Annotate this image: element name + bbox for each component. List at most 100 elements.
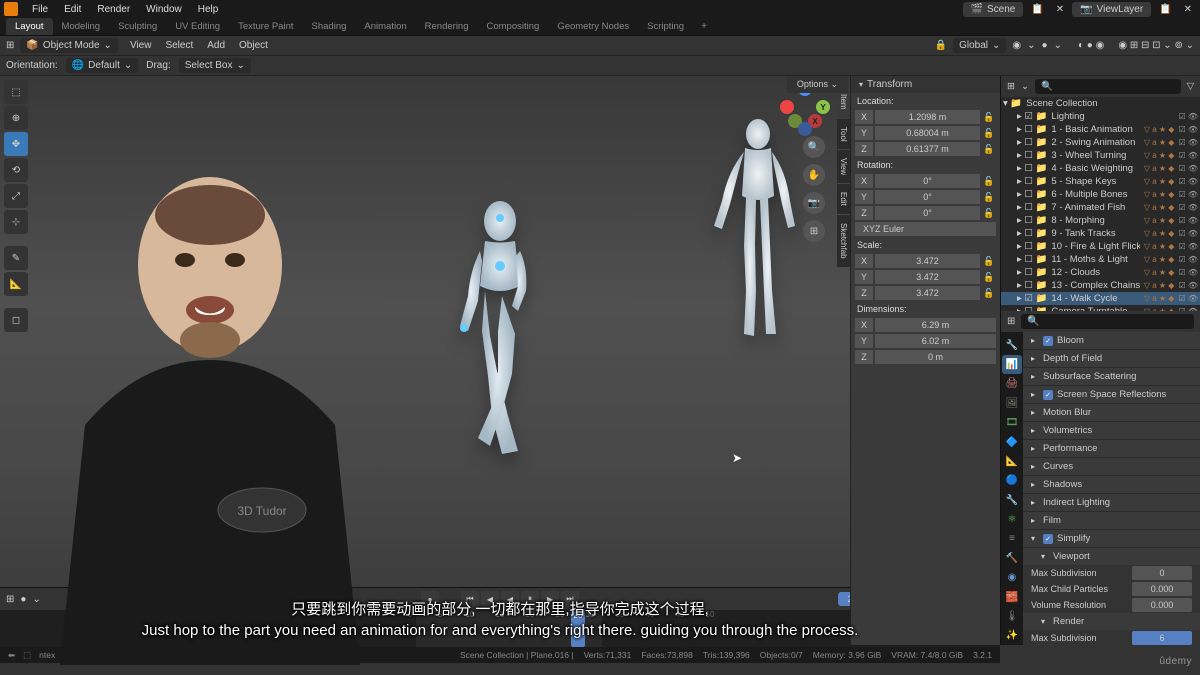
- proportional-icon[interactable]: ●: [1042, 40, 1048, 51]
- lock-icon[interactable]: 🔓: [982, 254, 996, 268]
- property-tab-2[interactable]: 🖨: [1002, 375, 1022, 393]
- workspace-tab-scripting[interactable]: Scripting: [638, 18, 693, 35]
- workspace-tab-compositing[interactable]: Compositing: [478, 18, 549, 35]
- menu-help[interactable]: Help: [190, 2, 227, 17]
- rotation-x-field[interactable]: 0°: [875, 174, 980, 188]
- move-tool-icon[interactable]: ✥: [4, 132, 28, 156]
- n-tab-edit[interactable]: Edit: [837, 184, 850, 214]
- property-tab-7[interactable]: 🔵: [1002, 472, 1022, 490]
- options-dropdown[interactable]: Options ⌄: [787, 76, 848, 93]
- viewport-child-particles-field[interactable]: 0.000: [1132, 582, 1192, 596]
- outliner-lighting[interactable]: ▸ ☑ 📁Lighting ☑ 👁: [1001, 110, 1200, 123]
- zoom-icon[interactable]: 🔍: [803, 136, 825, 158]
- filter-icon[interactable]: ▽: [1187, 81, 1194, 92]
- workspace-tab-modeling[interactable]: Modeling: [53, 18, 110, 35]
- section-motion-blur[interactable]: Motion Blur: [1023, 404, 1200, 421]
- scale-z-field[interactable]: 3.472: [875, 286, 980, 300]
- scale-x-field[interactable]: 3.472: [875, 254, 980, 268]
- property-tab-10[interactable]: ≡: [1002, 530, 1022, 548]
- simplify-render-header[interactable]: Render: [1023, 613, 1200, 630]
- viewport-vol-res-field[interactable]: 0.000: [1132, 598, 1192, 612]
- location-y-field[interactable]: 0.68004 m: [875, 126, 980, 140]
- outliner-item[interactable]: ▸ ☐ 📁3 - Wheel Turning▽ a ★ ◆☑ 👁: [1001, 149, 1200, 162]
- header-menu-add[interactable]: Add: [201, 38, 231, 53]
- new-scene-icon[interactable]: 📋: [1027, 4, 1047, 15]
- editor-type-icon[interactable]: ⊞: [6, 40, 14, 51]
- scale-y-field[interactable]: 3.472: [875, 270, 980, 284]
- workspace-tab-geometry-nodes[interactable]: Geometry Nodes: [548, 18, 638, 35]
- property-tab-0[interactable]: 🔧: [1002, 336, 1022, 354]
- viewport-max-subdiv-field[interactable]: 0: [1132, 566, 1192, 580]
- orientation-dropdown[interactable]: Global ⌄: [953, 38, 1006, 53]
- rotation-mode-dropdown[interactable]: XYZ Euler: [855, 222, 996, 236]
- property-tab-12[interactable]: ◉: [1002, 569, 1022, 587]
- prop-editor-icon[interactable]: ⊞: [1007, 316, 1015, 327]
- lock-icon[interactable]: 🔓: [982, 190, 996, 204]
- select-box-dropdown[interactable]: Select Box ⌄: [179, 58, 251, 73]
- menu-file[interactable]: File: [24, 2, 56, 17]
- outliner-search-input[interactable]: 🔍: [1035, 79, 1181, 94]
- outliner-item[interactable]: ▸ ☐ 📁8 - Morphing▽ a ★ ◆☑ 👁: [1001, 214, 1200, 227]
- property-tab-14[interactable]: 🌡: [1002, 607, 1022, 625]
- lock-icon[interactable]: 🔓: [982, 110, 996, 124]
- property-tab-6[interactable]: 📐: [1002, 452, 1022, 470]
- header-menu-select[interactable]: Select: [159, 38, 199, 53]
- section-performance[interactable]: Performance: [1023, 440, 1200, 457]
- workspace-tab-sculpting[interactable]: Sculpting: [109, 18, 166, 35]
- simplify-viewport-header[interactable]: Viewport: [1023, 548, 1200, 565]
- section-volumetrics[interactable]: Volumetrics: [1023, 422, 1200, 439]
- workspace-tab-texture-paint[interactable]: Texture Paint: [229, 18, 302, 35]
- lock-icon[interactable]: 🔓: [982, 174, 996, 188]
- outliner-item[interactable]: ▸ ☐ 📁7 - Animated Fish▽ a ★ ◆☑ 👁: [1001, 201, 1200, 214]
- property-tab-13[interactable]: 🧱: [1002, 588, 1022, 606]
- header-menu-object[interactable]: Object: [233, 38, 274, 53]
- outliner-item[interactable]: ▸ ☐ 📁5 - Shape Keys▽ a ★ ◆☑ 👁: [1001, 175, 1200, 188]
- menu-render[interactable]: Render: [89, 2, 138, 17]
- workspace-tab-rendering[interactable]: Rendering: [416, 18, 478, 35]
- workspace-tab-animation[interactable]: Animation: [355, 18, 415, 35]
- section-film[interactable]: Film: [1023, 512, 1200, 529]
- orientation-select[interactable]: 🌐 Default ⌄: [66, 58, 139, 73]
- lock-icon[interactable]: 🔓: [982, 206, 996, 220]
- lock-icon[interactable]: 🔓: [982, 142, 996, 156]
- close-icon[interactable]: ✕: [1180, 4, 1196, 15]
- property-tab-4[interactable]: 🎞: [1002, 414, 1022, 432]
- section-screen-space-reflections[interactable]: ✓ Screen Space Reflections: [1023, 386, 1200, 403]
- gizmo-y-axis[interactable]: Y: [816, 100, 830, 114]
- filter-icon[interactable]: 📋: [1155, 4, 1175, 15]
- workspace-tab-shading[interactable]: Shading: [303, 18, 356, 35]
- property-tab-3[interactable]: 🖼: [1002, 394, 1022, 412]
- workspace-tab-uv-editing[interactable]: UV Editing: [166, 18, 229, 35]
- perspective-icon[interactable]: ⊞: [803, 220, 825, 242]
- property-tab-8[interactable]: 🔧: [1002, 491, 1022, 509]
- property-tab-5[interactable]: 🔷: [1002, 433, 1022, 451]
- header-menu-view[interactable]: View: [124, 38, 158, 53]
- lock-icon[interactable]: 🔓: [982, 286, 996, 300]
- add-workspace-icon[interactable]: +: [693, 21, 715, 32]
- lock-icon[interactable]: 🔓: [982, 270, 996, 284]
- mode-dropdown[interactable]: 📦 Object Mode ⌄: [20, 38, 118, 53]
- snap-icon[interactable]: ◉: [1012, 40, 1021, 51]
- property-tab-1[interactable]: 📊: [1002, 355, 1022, 373]
- render-max-subdiv-field[interactable]: 6: [1132, 631, 1192, 645]
- outliner-item[interactable]: ▸ ☐ 📁1 - Basic Animation▽ a ★ ◆☑ 👁: [1001, 123, 1200, 136]
- gizmo-x-neg-axis[interactable]: [780, 100, 794, 114]
- section-curves[interactable]: Curves: [1023, 458, 1200, 475]
- section-bloom[interactable]: ✓ Bloom: [1023, 332, 1200, 349]
- outliner-item[interactable]: ▸ ☐ 📁12 - Clouds▽ a ★ ◆☑ 👁: [1001, 266, 1200, 279]
- n-tab-sketchfab[interactable]: Sketchfab: [837, 215, 850, 267]
- location-z-field[interactable]: 0.61377 m: [875, 142, 980, 156]
- section-subsurface-scattering[interactable]: Subsurface Scattering: [1023, 368, 1200, 385]
- pan-icon[interactable]: ✋: [803, 164, 825, 186]
- n-tab-view[interactable]: View: [837, 150, 850, 183]
- outliner[interactable]: ⊞⌄ 🔍 ▽ ▾ 📁Scene Collection ▸ ☑ 📁Lighting…: [1001, 76, 1200, 311]
- outliner-item[interactable]: ▸ ☐ 📁4 - Basic Weighting▽ a ★ ◆☑ 👁: [1001, 162, 1200, 175]
- outliner-type-icon[interactable]: ⊞: [1007, 81, 1015, 92]
- transform-panel-header[interactable]: Transform: [851, 76, 1000, 93]
- cursor-tool-icon[interactable]: ⊕: [4, 106, 28, 130]
- n-tab-tool[interactable]: Tool: [837, 119, 850, 150]
- lock-icon[interactable]: 🔓: [982, 126, 996, 140]
- section-simplify[interactable]: ✓ Simplify: [1023, 530, 1200, 547]
- dim-x-field[interactable]: 6.29 m: [875, 318, 996, 332]
- outliner-item[interactable]: ▸ ☐ 📁11 - Moths & Light▽ a ★ ◆☑ 👁: [1001, 253, 1200, 266]
